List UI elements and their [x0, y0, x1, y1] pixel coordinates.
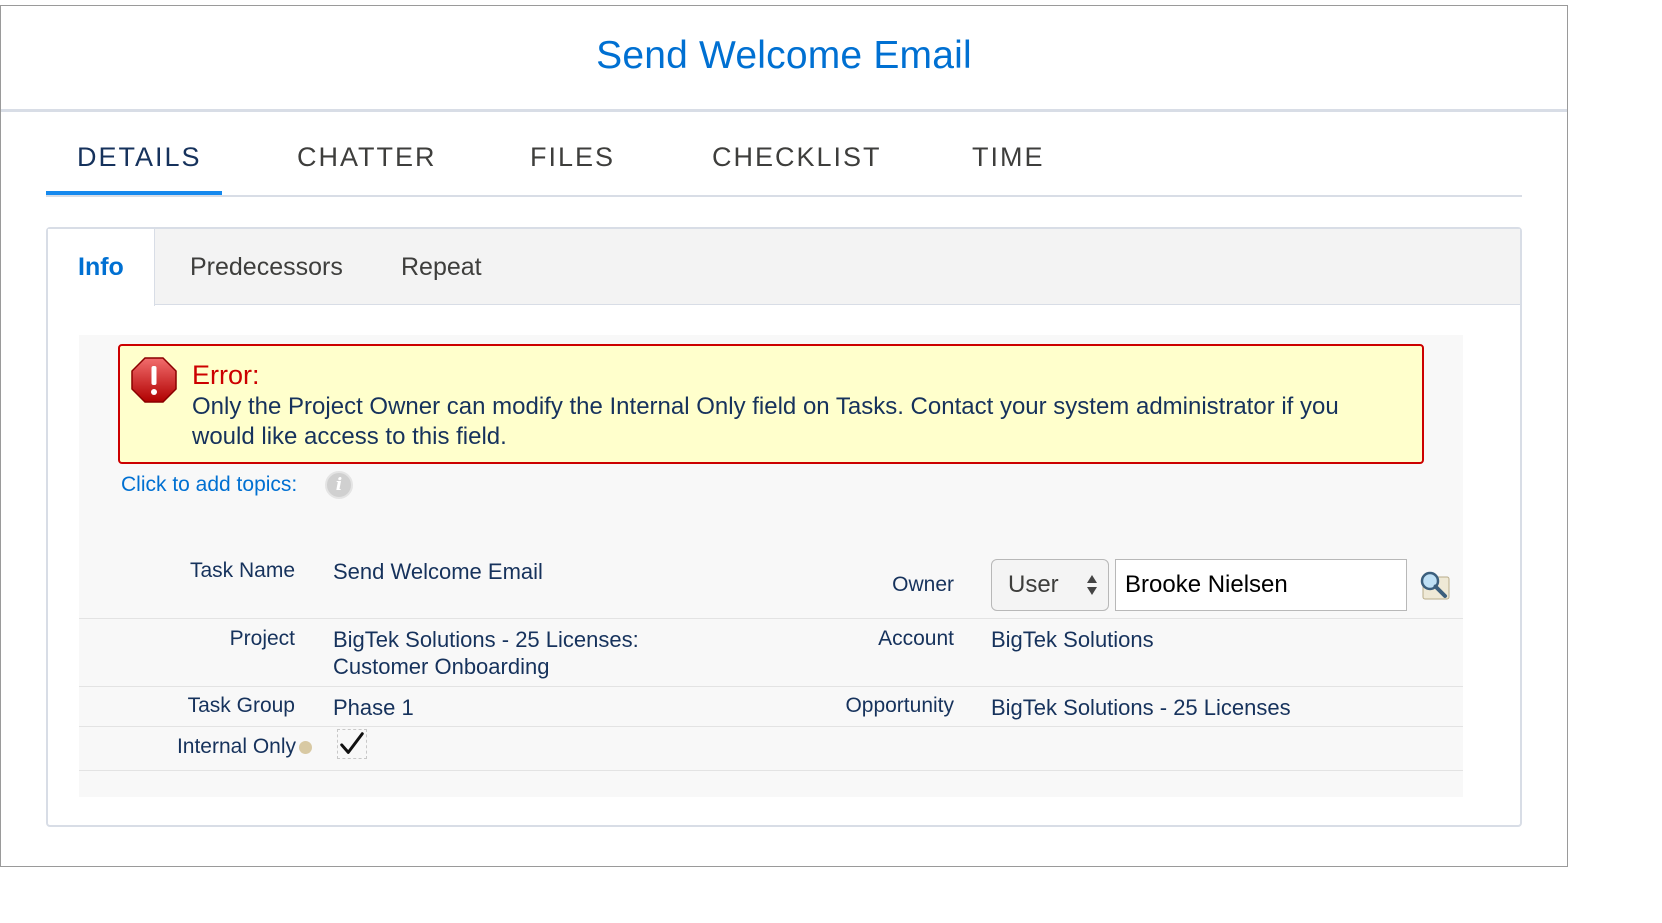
details-panel: Info Predecessors Repeat Error: Only the… [46, 227, 1522, 827]
info-content: Error: Only the Project Owner can modify… [79, 335, 1463, 797]
owner-name-input[interactable]: Brooke Nielsen [1115, 559, 1407, 611]
account-value[interactable]: BigTek Solutions [991, 626, 1154, 653]
field-row-project: Project BigTek Solutions - 25 Licenses: … [79, 620, 1463, 687]
project-value[interactable]: BigTek Solutions - 25 Licenses: Customer… [333, 626, 639, 680]
checkmark-icon [340, 732, 364, 754]
lookup-search-icon[interactable] [1417, 569, 1451, 601]
field-row-internal-only: Internal Only [79, 728, 1463, 771]
project-value-line2: Customer Onboarding [333, 654, 550, 679]
project-value-line1: BigTek Solutions - 25 Licenses: [333, 627, 639, 652]
task-name-label: Task Name [189, 559, 295, 582]
internal-only-label-text: Internal Only [176, 735, 296, 758]
subtab-info[interactable]: Info [48, 229, 155, 306]
help-icon[interactable] [299, 740, 312, 754]
task-group-label: Task Group [187, 694, 295, 717]
task-group-value[interactable]: Phase 1 [333, 694, 414, 721]
owner-type-select[interactable]: User [991, 559, 1109, 611]
page-title: Send Welcome Email [596, 34, 972, 77]
tab-chatter[interactable]: CHATTER [297, 115, 437, 195]
owner-type-value: User [1008, 571, 1059, 598]
internal-only-checkbox[interactable] [337, 729, 367, 759]
task-name-value: Send Welcome Email [333, 559, 543, 584]
tab-checklist[interactable]: CHECKLIST [712, 115, 882, 195]
sub-tab-bar: Info Predecessors Repeat [48, 229, 1520, 306]
main-tab-bar: DETAILS CHATTER FILES CHECKLIST TIME [46, 115, 1522, 197]
tab-details[interactable]: DETAILS [46, 115, 222, 195]
internal-only-label: Internal Only [177, 735, 312, 759]
record-header: Send Welcome Email [1, 6, 1567, 112]
opportunity-value[interactable]: BigTek Solutions - 25 Licenses [991, 694, 1291, 721]
tab-time[interactable]: TIME [972, 115, 1045, 195]
field-row-task-group: Task Group Phase 1 Opportunity BigTek So… [79, 688, 1463, 727]
subtab-predecessors[interactable]: Predecessors [190, 229, 343, 305]
tab-files[interactable]: FILES [530, 115, 615, 195]
account-label: Account [878, 627, 954, 650]
subtab-repeat[interactable]: Repeat [401, 229, 482, 305]
owner-label: Owner [892, 573, 954, 596]
select-arrows-icon [1087, 575, 1097, 595]
opportunity-label: Opportunity [845, 694, 954, 717]
project-label: Project [229, 627, 295, 650]
task-record-window: Send Welcome Email DETAILS CHATTER FILES… [0, 5, 1568, 867]
